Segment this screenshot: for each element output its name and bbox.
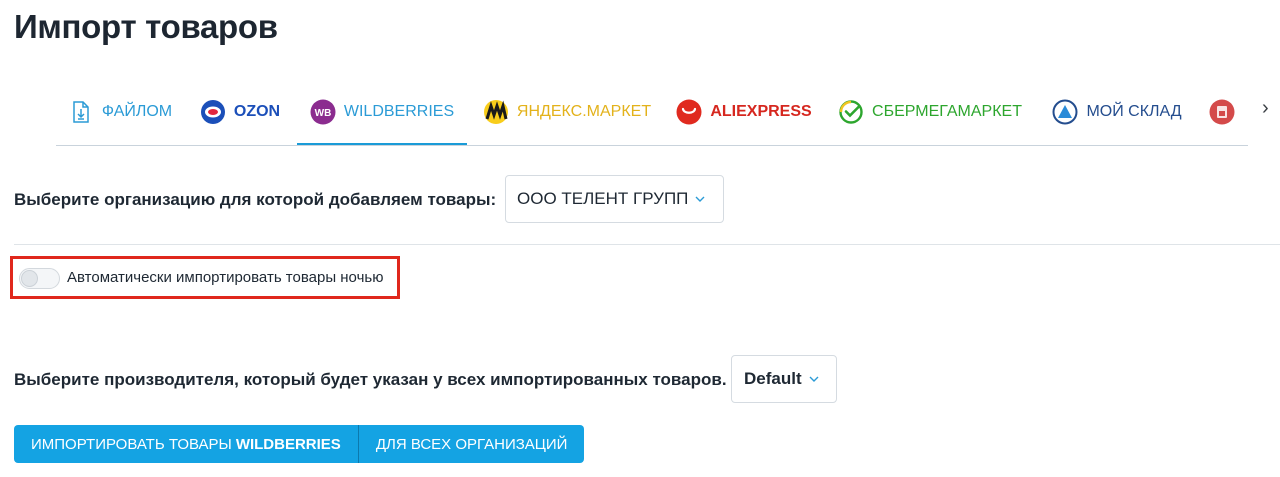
import-all-orgs-label: ДЛЯ ВСЕХ ОРГАНИЗАЦИЙ: [375, 435, 568, 453]
tab-aliexpress-label: ALIEXPRESS: [710, 103, 812, 120]
tab-file-label: ФАЙЛОМ: [101, 103, 173, 120]
store-logo-icon: [1209, 99, 1235, 125]
tab-file[interactable]: ФАЙЛОМ: [68, 80, 173, 144]
ozon-logo-icon: [200, 99, 226, 125]
chevron-right-icon[interactable]: ›: [1262, 96, 1276, 120]
manufacturer-select[interactable]: Default: [731, 355, 837, 403]
tab-yandex-market-label: ЯНДЕКС.МАРКЕТ: [516, 103, 652, 120]
organization-value: ООО ТЕЛЕНТ ГРУПП: [517, 189, 689, 208]
tab-yandex-market[interactable]: ЯНДЕКС.МАРКЕТ: [482, 80, 652, 144]
aliexpress-logo-icon: [676, 99, 702, 125]
tab-store[interactable]: [1209, 80, 1240, 144]
chevron-down-icon: [695, 194, 705, 204]
manufacturer-label: Выберите производителя, который будет ук…: [14, 370, 727, 389]
wildberries-logo-icon: WB: [310, 99, 336, 125]
tab-ozon-label: OZON: [233, 103, 281, 120]
moysklad-logo-icon: [1052, 99, 1078, 125]
sbermegamarket-logo-icon: [838, 99, 864, 125]
marketplace-tabs: ФАЙЛОМ OZON WB WILDBERRIES ЯНДЕКС.МАРКЕТ…: [56, 80, 1248, 146]
tab-sbermegamarket[interactable]: СБЕРМЕГАМАРКЕТ: [838, 80, 1022, 144]
tab-ozon[interactable]: OZON: [200, 80, 280, 144]
import-button-marketplace: WILDBERRIES: [235, 435, 341, 453]
import-all-orgs-button[interactable]: ДЛЯ ВСЕХ ОРГАНИЗАЦИЙ: [358, 425, 585, 463]
import-button-label: ИМПОРТИРОВАТЬ ТОВАРЫ: [31, 435, 232, 453]
import-button[interactable]: ИМПОРТИРОВАТЬ ТОВАРЫ WILDBERRIES: [14, 425, 358, 463]
file-download-icon: [68, 99, 94, 125]
manufacturer-value: Default: [744, 369, 802, 388]
tab-moysklad[interactable]: МОЙ СКЛАД: [1052, 80, 1182, 144]
tab-moysklad-label: МОЙ СКЛАД: [1086, 103, 1182, 120]
tab-wildberries-label: WILDBERRIES: [343, 103, 455, 120]
auto-import-toggle[interactable]: [19, 268, 60, 289]
auto-import-label: Автоматически импортировать товары ночью: [67, 269, 384, 286]
toggle-knob: [21, 270, 38, 287]
svg-text:WB: WB: [315, 108, 332, 119]
tab-wildberries[interactable]: WB WILDBERRIES: [297, 80, 467, 145]
tab-sbermegamarket-label: СБЕРМЕГАМАРКЕТ: [872, 103, 1022, 120]
import-button-group: ИМПОРТИРОВАТЬ ТОВАРЫ WILDBERRIES ДЛЯ ВСЕ…: [14, 425, 585, 463]
page-title: Импорт товаров: [14, 8, 278, 45]
chevron-down-icon: [809, 374, 819, 384]
tab-aliexpress[interactable]: ALIEXPRESS: [676, 80, 812, 144]
organization-label: Выберите организацию для которой добавля…: [14, 190, 497, 209]
section-divider: [14, 244, 1280, 245]
organization-select[interactable]: ООО ТЕЛЕНТ ГРУПП: [505, 175, 724, 223]
yandex-market-logo-icon: [483, 99, 509, 125]
